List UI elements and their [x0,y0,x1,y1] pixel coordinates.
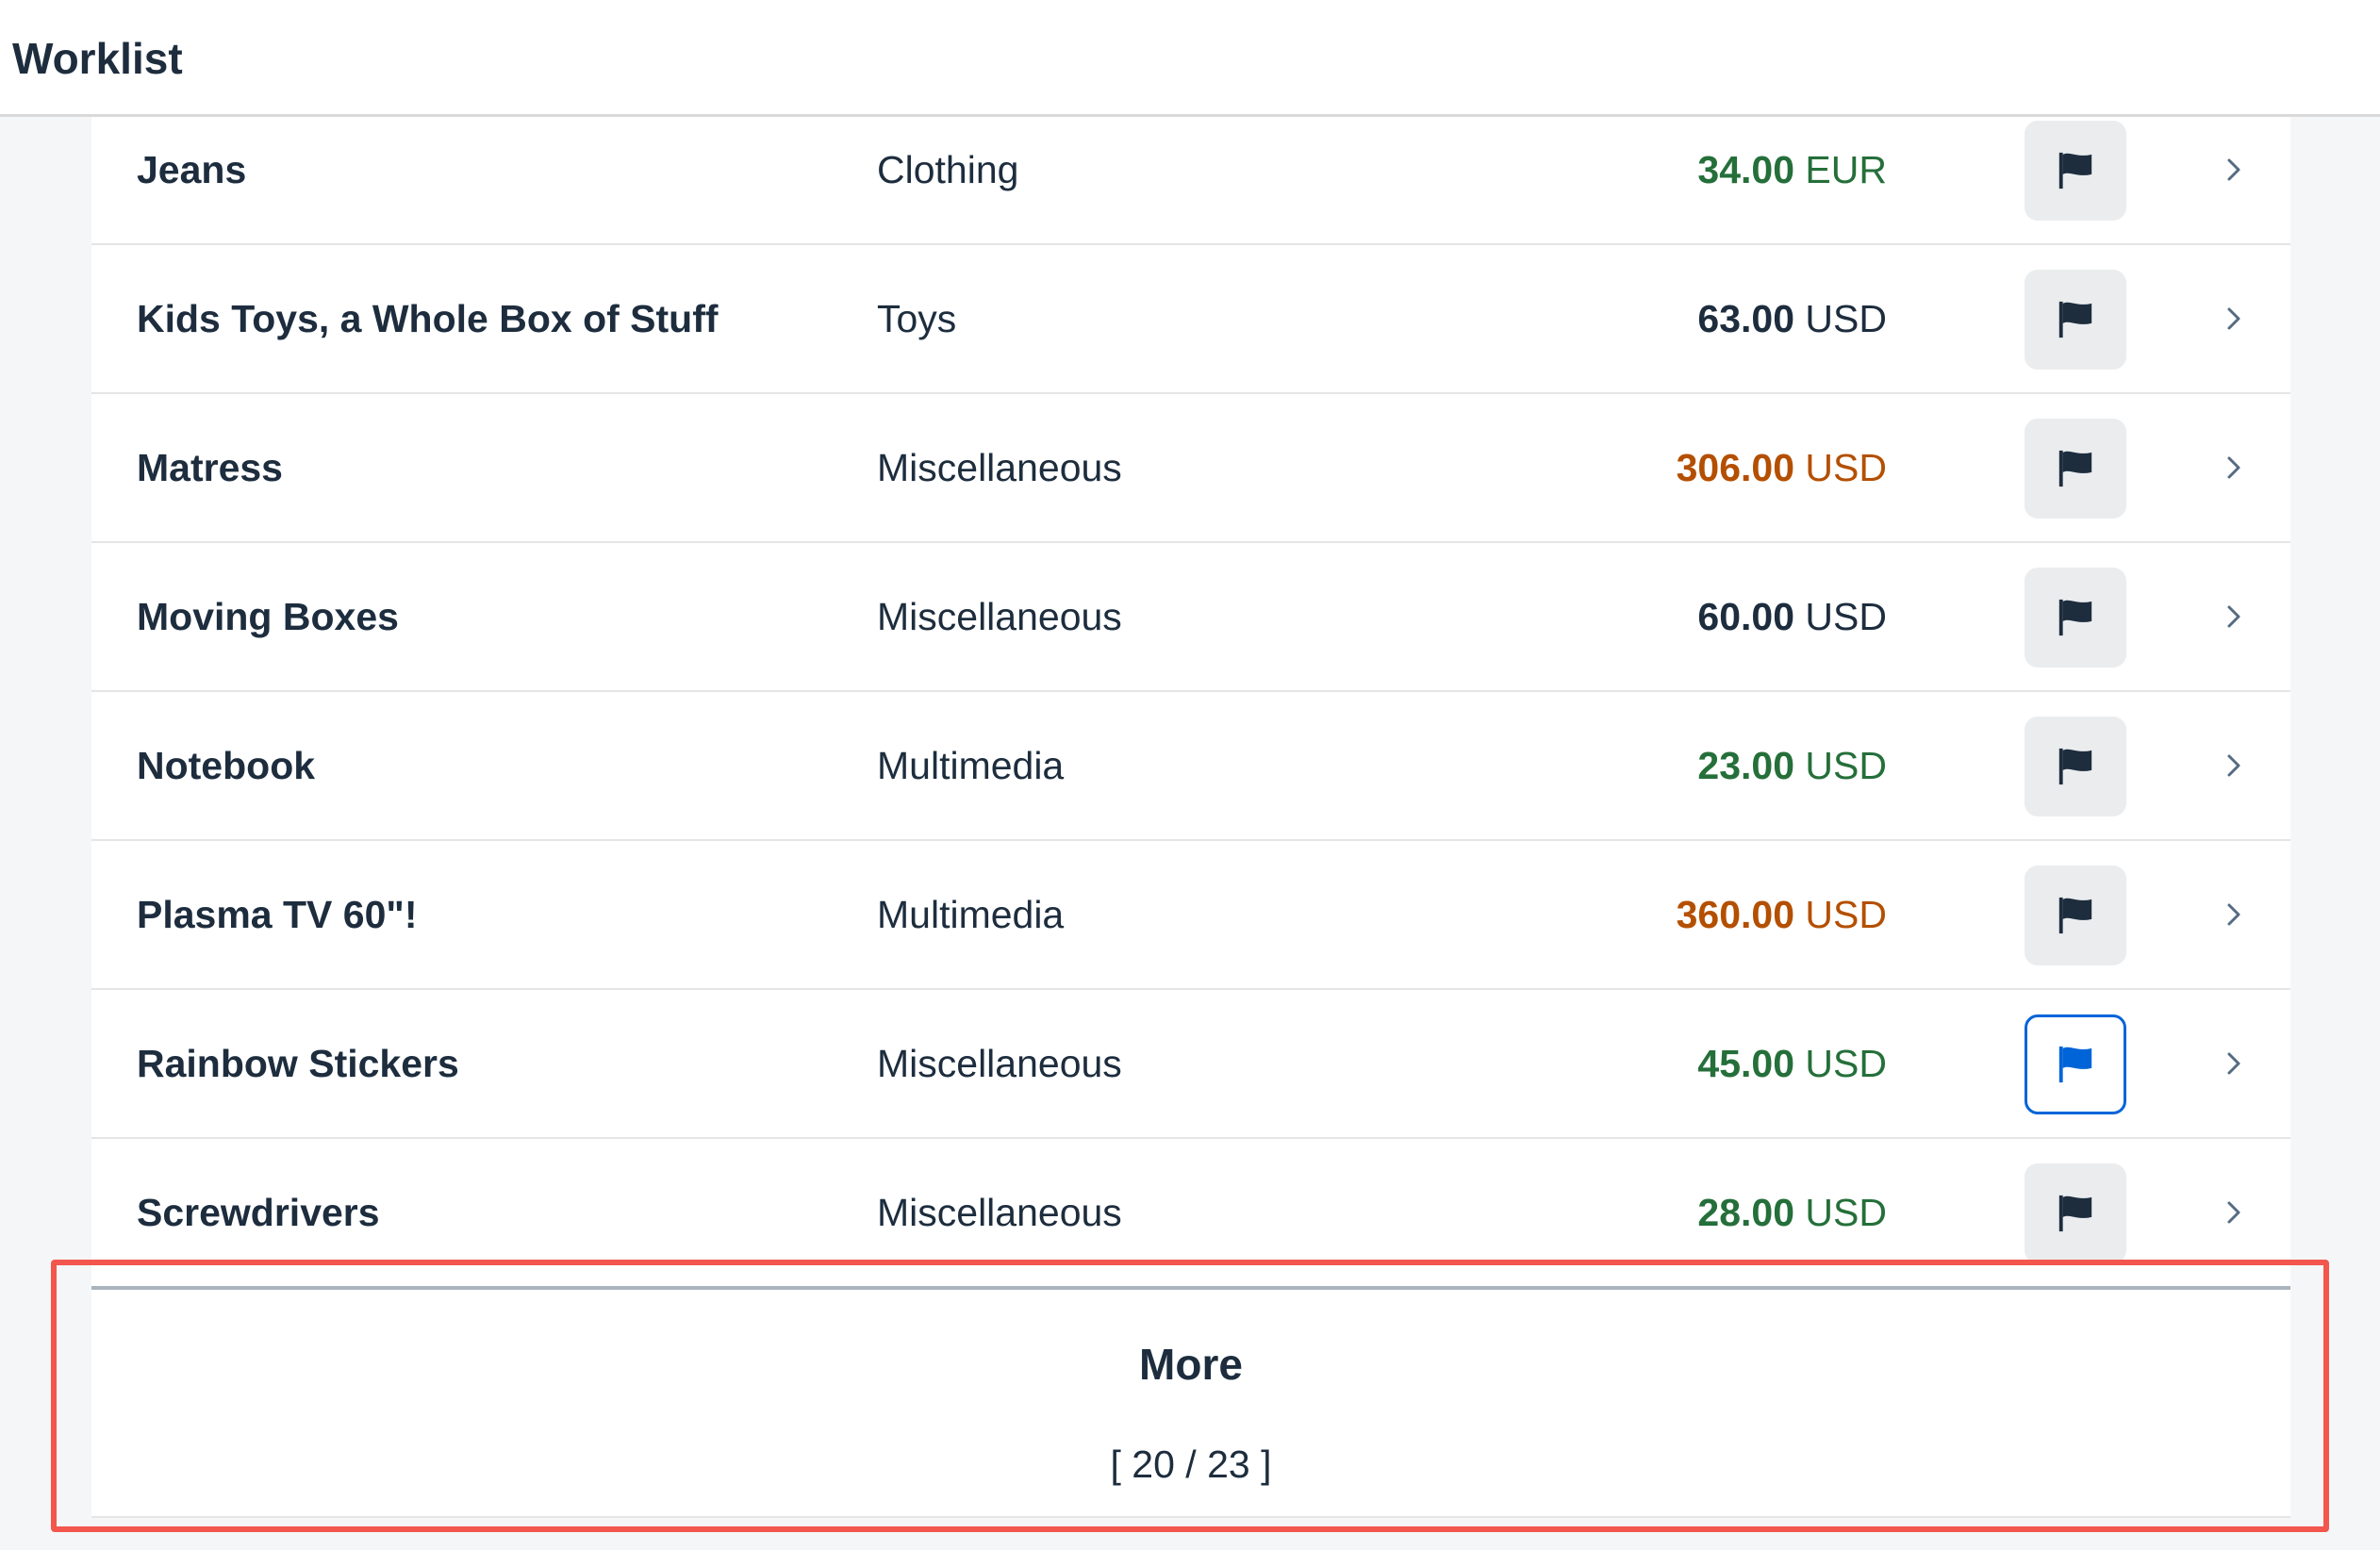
product-price: 306.00 USD [1677,394,1887,541]
flag-button[interactable] [2025,1014,2126,1114]
flag-icon [2058,450,2092,487]
flag-icon [2058,152,2092,190]
flag-icon [2058,748,2092,785]
product-category: Multimedia [877,893,1065,936]
chevron-right-icon[interactable] [2215,1194,2253,1231]
price-amount: 360.00 [1676,893,1795,936]
flag-icon [2058,1046,2092,1083]
product-category: Clothing [877,148,1019,191]
chevron-right-icon[interactable] [2215,1045,2253,1082]
flag-icon [2058,599,2092,636]
table-row[interactable]: Kids Toys, a Whole Box of Stuff Toys 63.00… [91,245,2290,394]
flag-button[interactable] [2025,270,2126,370]
page-header: Worklist [0,0,2380,117]
chevron-right-icon[interactable] [2215,896,2253,933]
product-category: Miscellaneous [877,446,1122,489]
product-price: 45.00 USD [1697,990,1887,1137]
product-category: Multimedia [877,744,1065,787]
product-name: Kids Toys, a Whole Box of Stuff [137,297,719,340]
price-currency: USD [1805,446,1887,489]
price-amount: 34.00 [1697,148,1795,191]
product-price: 360.00 USD [1677,841,1887,988]
price-currency: USD [1805,1042,1887,1085]
table-row[interactable]: Rainbow Stickers Miscellaneous 45.00 USD [91,990,2290,1139]
chevron-right-icon[interactable] [2215,747,2253,784]
price-currency: EUR [1805,148,1887,191]
price-currency: USD [1805,893,1887,936]
product-name: Jeans [137,148,247,191]
chevron-right-icon[interactable] [2215,300,2253,338]
table-row[interactable]: Matress Miscellaneous 306.00 USD [91,394,2290,543]
price-amount: 45.00 [1697,1042,1795,1085]
product-name: Plasma TV 60"! [137,893,418,936]
table-row[interactable]: Screwdrivers Miscellaneous 28.00 USD [91,1139,2290,1288]
flag-icon [2058,1195,2092,1232]
product-name: Screwdrivers [137,1191,380,1234]
price-currency: USD [1805,744,1887,787]
table-row[interactable]: Plasma TV 60"! Multimedia 360.00 USD [91,841,2290,990]
chevron-right-icon[interactable] [2215,598,2253,635]
product-category: Miscellaneous [877,595,1122,638]
flag-icon [2058,897,2092,934]
product-price: 28.00 USD [1697,1139,1887,1286]
table-row[interactable]: Notebook Multimedia 23.00 USD [91,692,2290,841]
product-category: Miscellaneous [877,1042,1122,1085]
price-currency: USD [1805,1191,1887,1234]
product-name: Rainbow Stickers [137,1042,459,1085]
page-title: Worklist [12,34,183,83]
chevron-right-icon[interactable] [2215,151,2253,189]
table-row[interactable]: Jeans Clothing 34.00 EUR [91,96,2290,245]
product-price: 60.00 USD [1697,543,1887,690]
price-amount: 28.00 [1697,1191,1795,1234]
flag-button[interactable] [2025,717,2126,816]
product-price: 63.00 USD [1697,245,1887,392]
flag-button[interactable] [2025,1163,2126,1263]
flag-button[interactable] [2025,121,2126,221]
product-price: 23.00 USD [1697,692,1887,839]
product-category: Miscellaneous [877,1191,1122,1234]
price-currency: USD [1805,297,1887,340]
chevron-right-icon[interactable] [2215,449,2253,486]
price-amount: 306.00 [1676,446,1795,489]
price-amount: 60.00 [1697,595,1795,638]
worklist-table: Jeans Clothing 34.00 EUR Kids Toys, a Whole… [91,96,2290,1288]
more-label: More [1139,1340,1243,1389]
more-button[interactable]: More [ 20 / 23 ] [91,1286,2290,1518]
product-name: Notebook [137,744,316,787]
flag-icon [2058,301,2092,338]
product-name: Moving Boxes [137,595,399,638]
flag-button[interactable] [2025,866,2126,965]
product-category: Toys [877,297,957,340]
flag-button[interactable] [2025,419,2126,519]
more-count: [ 20 / 23 ] [1110,1443,1272,1486]
price-currency: USD [1805,595,1887,638]
table-row[interactable]: Moving Boxes Miscellaneous 60.00 USD [91,543,2290,692]
product-name: Matress [137,446,283,489]
price-amount: 63.00 [1697,297,1795,340]
price-amount: 23.00 [1697,744,1795,787]
flag-button[interactable] [2025,568,2126,668]
product-price: 34.00 EUR [1697,96,1887,243]
